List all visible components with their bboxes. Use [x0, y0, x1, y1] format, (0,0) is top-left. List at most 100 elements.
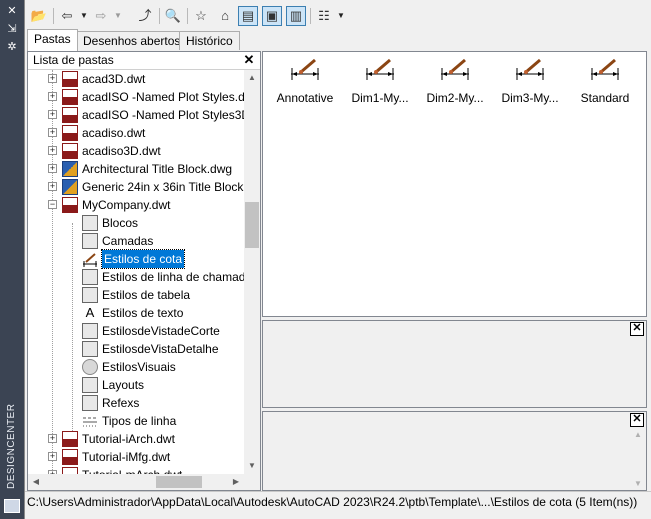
close-icon[interactable]: ✕ — [242, 52, 256, 69]
tab-pastas[interactable]: Pastas — [27, 29, 78, 51]
tree-item[interactable]: EstilosdeVistaDetalhe — [28, 340, 244, 358]
tree-item-label: Layouts — [102, 378, 145, 392]
description-icon[interactable]: ▥ — [286, 6, 306, 26]
scroll-left-icon[interactable]: ◀ — [28, 474, 44, 490]
tree-item[interactable]: EstilosdeVistadeCorte — [28, 322, 244, 340]
section-view-style-icon — [82, 323, 98, 339]
tree-item[interactable]: + acadiso3D.dwt — [28, 142, 244, 160]
expand-icon[interactable]: + — [48, 92, 57, 101]
tree-item[interactable]: + acadiso.dwt — [28, 124, 244, 142]
tree-item-label: acadISO -Named Plot Styles3D.dwt — [82, 108, 244, 122]
tree-item-label: Tipos de linha — [102, 414, 177, 428]
back-icon[interactable]: ⇦ — [57, 6, 77, 26]
home-icon[interactable]: ⌂ — [215, 6, 235, 26]
tree-item[interactable]: + Tutorial-iArch.dwt — [28, 430, 244, 448]
tree-item[interactable]: − MyCompany.dwt — [28, 196, 244, 214]
tree-item[interactable]: + acad3D.dwt — [28, 70, 244, 88]
tree-horizontal-scrollbar[interactable]: ◀ ▶ — [28, 474, 244, 490]
autohide-icon[interactable]: ⇲ — [4, 22, 20, 36]
tree-item[interactable]: + Generic 24in x 36in Title Block.dwg — [28, 178, 244, 196]
close-icon[interactable]: ✕ — [630, 413, 644, 427]
tree-view-toggle-icon[interactable]: ▤ — [238, 6, 258, 26]
scroll-up-icon[interactable]: ▲ — [630, 430, 646, 439]
tree-item[interactable]: + Tutorial-iMfg.dwt — [28, 448, 244, 466]
chevron-down-icon[interactable]: ▼ — [113, 6, 123, 26]
chevron-down-icon[interactable]: ▼ — [336, 6, 346, 26]
tree-item-label: Generic 24in x 36in Title Block.dwg — [82, 180, 244, 194]
expand-icon[interactable]: + — [48, 434, 57, 443]
expand-icon[interactable]: + — [48, 74, 57, 83]
dimstyle-item[interactable]: Dim3-My... — [494, 58, 566, 108]
dwt-file-icon — [62, 125, 78, 141]
tree-item-label: Blocos — [102, 216, 139, 230]
tree-item[interactable]: EstilosVisuais — [28, 358, 244, 376]
expand-icon[interactable]: + — [48, 110, 57, 119]
tab-desenhos-abertos[interactable]: Desenhos abertos — [76, 31, 188, 50]
item-label: Dim3-My... — [501, 91, 559, 105]
status-bar: C:\Users\Administrador\AppData\Local\Aut… — [25, 491, 651, 512]
scroll-right-icon[interactable]: ▶ — [228, 474, 244, 490]
dimstyle-item[interactable]: Dim1-My... — [344, 58, 416, 108]
dimstyle-item[interactable]: Dim2-My... — [419, 58, 491, 108]
expand-icon[interactable]: + — [48, 182, 57, 191]
expand-icon[interactable]: + — [48, 164, 57, 173]
scroll-down-icon[interactable]: ▼ — [630, 479, 646, 488]
dwt-file-icon — [62, 431, 78, 447]
dimstyle-icon — [589, 58, 621, 82]
tree-item[interactable]: + Architectural Title Block.dwg — [28, 160, 244, 178]
expand-icon[interactable]: + — [48, 146, 57, 155]
forward-icon[interactable]: ⇨ — [91, 6, 111, 26]
tree-item-label: Camadas — [102, 234, 154, 248]
tree-item[interactable]: Blocos — [28, 214, 244, 232]
expand-icon[interactable]: + — [48, 128, 57, 137]
tree-item[interactable]: Layouts — [28, 376, 244, 394]
dimstyle-icon — [439, 58, 471, 82]
scroll-down-icon[interactable]: ▼ — [244, 458, 260, 474]
tree-item[interactable]: Estilos de linha de chamada — [28, 268, 244, 286]
tree-item-selected[interactable]: Estilos de cota — [28, 249, 244, 269]
status-path: C:\Users\Administrador\AppData\Local\Aut… — [27, 495, 638, 509]
close-icon[interactable]: ✕ — [630, 322, 644, 336]
tree-item[interactable]: + acadISO -Named Plot Styles.dwt — [28, 88, 244, 106]
up-icon[interactable]: ⤴ — [135, 6, 155, 26]
content-area[interactable]: Annotative Dim1-My... Dim2-My... Dim3-My… — [262, 51, 647, 317]
tree-item-label: Estilos de cota — [100, 249, 186, 269]
description-scrollbar[interactable]: ▲ ▼ — [630, 428, 646, 490]
dimstyle-item[interactable]: Annotative — [269, 58, 341, 108]
preview-icon[interactable]: ▣ — [262, 6, 282, 26]
search-icon[interactable]: 🔍 — [163, 6, 183, 26]
scroll-thumb[interactable] — [245, 202, 259, 248]
tree-item[interactable]: Tipos de linha — [28, 412, 244, 430]
dimstyle-icon — [514, 58, 546, 82]
collapse-icon[interactable]: − — [48, 200, 57, 209]
tree-item[interactable]: Estilos de tabela — [28, 286, 244, 304]
tree-item-label: acadISO -Named Plot Styles.dwt — [82, 90, 244, 104]
detail-view-style-icon — [82, 341, 98, 357]
tree-item[interactable]: + Tutorial-mArch.dwt — [28, 466, 244, 474]
favorites-icon[interactable]: ☆ — [191, 6, 211, 26]
blocks-icon — [82, 215, 98, 231]
scroll-up-icon[interactable]: ▲ — [244, 70, 260, 86]
tree-item[interactable]: + acadISO -Named Plot Styles3D.dwt — [28, 106, 244, 124]
open-icon[interactable]: 📂 — [29, 6, 49, 26]
folder-tree[interactable]: + acad3D.dwt + acadISO -Named Plot Style… — [28, 70, 244, 474]
dwt-file-icon — [62, 467, 78, 474]
designcenter-icon — [4, 499, 20, 513]
tab-historico[interactable]: Histórico — [179, 31, 240, 50]
properties-icon[interactable]: ✲ — [4, 40, 20, 54]
tree-item[interactable]: Refexs — [28, 394, 244, 412]
expand-icon[interactable]: + — [48, 452, 57, 461]
tree-item[interactable]: Camadas — [28, 232, 244, 250]
tree-item[interactable]: A Estilos de texto — [28, 304, 244, 322]
close-icon[interactable]: ✕ — [4, 4, 20, 18]
tree-header-label: Lista de pastas — [33, 53, 114, 67]
item-label: Dim1-My... — [351, 91, 409, 105]
tree-item-label: EstilosdeVistaDetalhe — [102, 342, 219, 356]
dimstyle-item[interactable]: Standard — [569, 58, 641, 108]
tree-vertical-scrollbar[interactable]: ▲ ▼ — [244, 70, 260, 474]
scroll-thumb[interactable] — [156, 476, 202, 488]
dwt-file-icon — [62, 89, 78, 105]
visual-styles-icon — [82, 359, 98, 375]
chevron-down-icon[interactable]: ▼ — [79, 6, 89, 26]
views-icon[interactable]: ☷ — [314, 6, 334, 26]
